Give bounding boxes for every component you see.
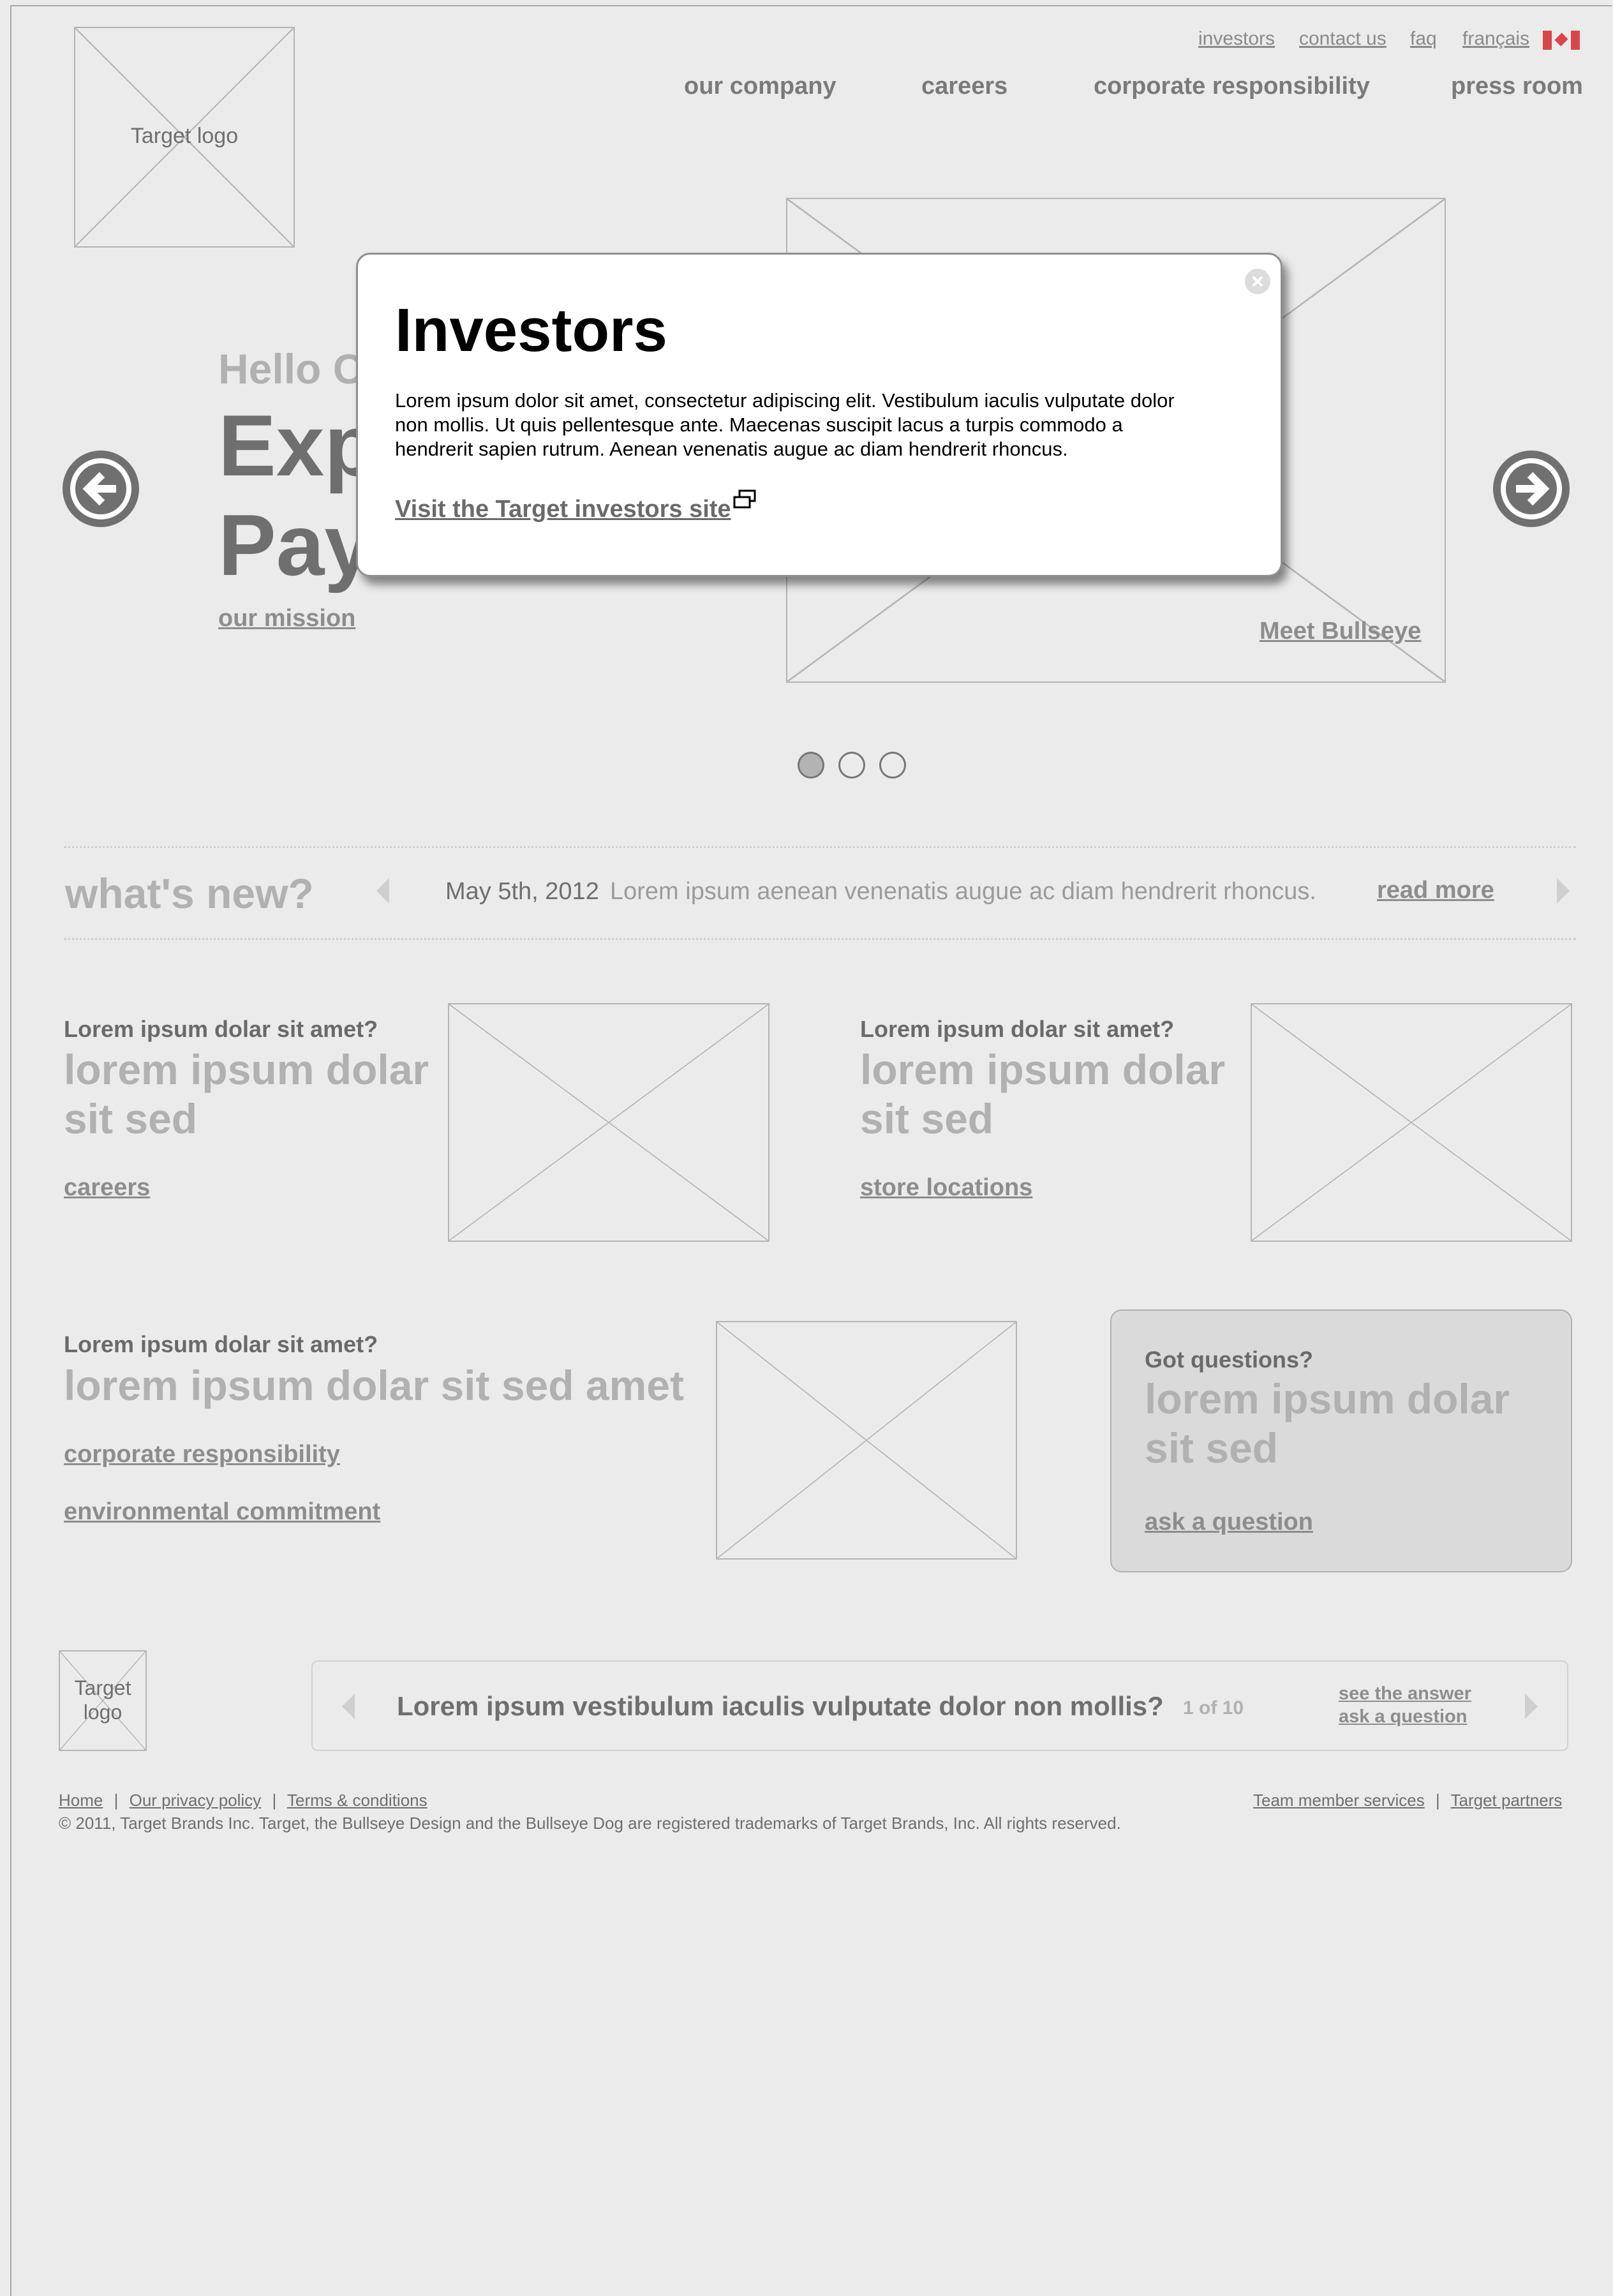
- investors-site-link[interactable]: Visit the Target investors site: [395, 496, 731, 523]
- questions-title: Got questions?: [1145, 1346, 1313, 1373]
- meet-bullseye-link[interactable]: Meet Bullseye: [1260, 618, 1421, 645]
- ask-a-question-link[interactable]: ask a question: [1145, 1509, 1313, 1536]
- hero-headline-1: Exp: [218, 397, 378, 494]
- logo-placeholder[interactable]: Target logo: [74, 27, 295, 248]
- questions-line2: sit sed: [1145, 1424, 1279, 1472]
- news-text: Lorem ipsum aenean venenatis augue ac di…: [610, 878, 1316, 905]
- promo2-line1: lorem ipsum dolar: [860, 1046, 1226, 1093]
- carousel-dot-3[interactable]: [879, 752, 906, 779]
- see-the-answer-link[interactable]: see the answer: [1339, 1683, 1471, 1704]
- our-mission-link[interactable]: our mission: [218, 605, 355, 632]
- util-link-contact-us[interactable]: contact us: [1299, 28, 1386, 50]
- divider-bottom: [64, 938, 1576, 940]
- promo2-question: Lorem ipsum dolar sit amet?: [860, 1016, 1175, 1042]
- footer-links-right: Team member services | Target partners: [1253, 1791, 1562, 1810]
- nav-corporate-responsibility[interactable]: corporate responsibility: [1094, 73, 1370, 100]
- promo3-image-placeholder: [716, 1321, 1017, 1560]
- arrow-left-icon: [70, 458, 131, 519]
- promo1-line2: sit sed: [64, 1095, 198, 1142]
- faq-question: Lorem ipsum vestibulum iaculis vulputate…: [397, 1691, 1164, 1721]
- faq-ask-question-link[interactable]: ask a question: [1339, 1706, 1467, 1727]
- util-link-investors[interactable]: investors: [1198, 28, 1275, 50]
- promo3-question: Lorem ipsum dolar sit amet?: [64, 1331, 378, 1357]
- nav-press-room[interactable]: press room: [1451, 73, 1583, 100]
- nav-our-company[interactable]: our company: [684, 73, 836, 100]
- faq-counter: 1 of 10: [1183, 1697, 1244, 1718]
- investors-modal: Investors Lorem ipsum dolor sit amet, co…: [356, 253, 1282, 577]
- util-link-francais[interactable]: français: [1462, 28, 1529, 50]
- promo2-line2: sit sed: [860, 1095, 994, 1142]
- arrow-right-icon: [1501, 458, 1562, 519]
- promo1-question: Lorem ipsum dolar sit amet?: [64, 1016, 378, 1042]
- questions-box: Got questions? lorem ipsum dolar sit sed…: [1110, 1309, 1572, 1572]
- promo1-line1: lorem ipsum dolar: [64, 1046, 429, 1093]
- environmental-commitment-link[interactable]: environmental commitment: [64, 1498, 380, 1526]
- footer-terms-link[interactable]: Terms & conditions: [287, 1791, 427, 1810]
- carousel-dot-2[interactable]: [838, 752, 865, 779]
- questions-line1: lorem ipsum dolar: [1145, 1375, 1510, 1422]
- footer-logo-placeholder[interactable]: Target logo: [59, 1650, 147, 1751]
- corporate-responsibility-link[interactable]: corporate responsibility: [64, 1441, 340, 1468]
- hero-hello: Hello C: [218, 345, 364, 392]
- footer-privacy-link[interactable]: Our privacy policy: [130, 1791, 262, 1810]
- divider-top: [64, 846, 1576, 848]
- promo1-image-placeholder: [448, 1003, 769, 1242]
- close-icon[interactable]: [1245, 269, 1270, 294]
- faq-next-arrow[interactable]: [1524, 1692, 1539, 1724]
- carousel-dot-1[interactable]: [798, 752, 824, 779]
- footer-team-member-link[interactable]: Team member services: [1253, 1791, 1425, 1810]
- modal-title: Investors: [395, 296, 667, 364]
- carousel-prev-button[interactable]: [63, 451, 139, 527]
- careers-link[interactable]: careers: [64, 1174, 150, 1202]
- news-prev-arrow[interactable]: [375, 877, 390, 908]
- footer-partners-link[interactable]: Target partners: [1451, 1791, 1563, 1810]
- faq-bar: Lorem ipsum vestibulum iaculis vulputate…: [311, 1660, 1568, 1751]
- news-next-arrow[interactable]: [1556, 877, 1571, 908]
- hero-headline-2: Pay: [218, 496, 373, 593]
- read-more-link[interactable]: read more: [1377, 877, 1494, 904]
- footer-logo-label: Target logo: [74, 1676, 131, 1724]
- footer-links-left: Home | Our privacy policy | Terms & cond…: [59, 1791, 427, 1810]
- footer-copyright: © 2011, Target Brands Inc. Target, the B…: [59, 1814, 1121, 1833]
- footer-separator: |: [1435, 1791, 1440, 1810]
- promo3-line1: lorem ipsum dolar sit sed amet: [64, 1362, 684, 1409]
- modal-body: Lorem ipsum dolor sit amet, consectetur …: [395, 389, 1175, 460]
- faq-prev-arrow[interactable]: [341, 1692, 356, 1724]
- whats-new-title: what's new?: [65, 870, 314, 917]
- util-link-faq[interactable]: faq: [1410, 28, 1437, 50]
- carousel-next-button[interactable]: [1493, 451, 1570, 527]
- footer-separator: |: [272, 1791, 277, 1810]
- nav-careers[interactable]: careers: [921, 73, 1007, 100]
- news-date: May 5th, 2012: [445, 878, 599, 905]
- footer-separator: |: [114, 1791, 119, 1810]
- promo2-image-placeholder: [1251, 1003, 1572, 1242]
- footer-home-link[interactable]: Home: [59, 1791, 103, 1810]
- external-window-icon: [732, 489, 757, 511]
- logo-label: Target logo: [130, 124, 239, 148]
- store-locations-link[interactable]: store locations: [860, 1174, 1032, 1202]
- canada-flag-icon[interactable]: [1543, 31, 1580, 50]
